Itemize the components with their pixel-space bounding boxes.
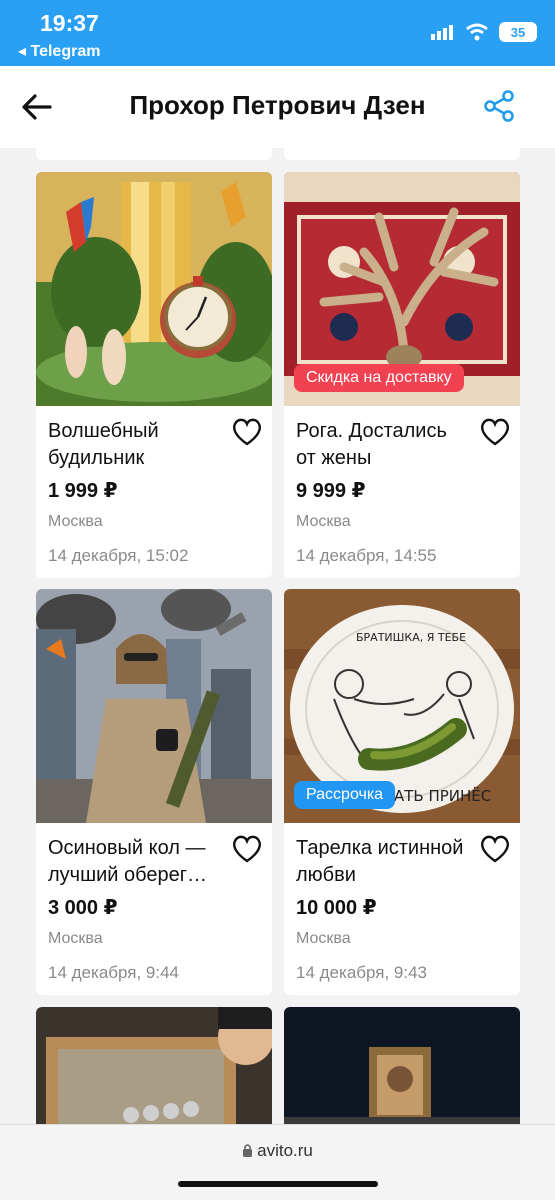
listings-grid[interactable]: Волшебный будильник 1 999 ₽ Москва 14 де… <box>0 148 555 1124</box>
listing-city: Москва <box>48 930 103 947</box>
listing-date: 14 декабря, 9:43 <box>296 963 428 982</box>
listing-city: Москва <box>296 930 351 947</box>
listing-card[interactable]: Осиновый кол — лучший оберег… 3 000 ₽ Мо… <box>36 589 272 995</box>
listing-card[interactable] <box>284 1007 520 1124</box>
wifi-icon <box>466 23 488 41</box>
listing-price: 9 999 ₽ <box>296 480 366 502</box>
share-icon[interactable] <box>483 90 515 122</box>
installment-badge: Рассрочка <box>294 781 396 809</box>
listing-title[interactable]: Рога. Достались от жены <box>296 418 472 472</box>
listing-photo[interactable]: Скидка на доставку <box>284 172 520 406</box>
delivery-discount-badge: Скидка на доставку <box>294 364 464 392</box>
listing-title[interactable]: Осиновый кол — лучший оберег… <box>48 835 224 889</box>
cellular-signal-icon <box>431 25 453 40</box>
listing-card[interactable] <box>36 1007 272 1124</box>
listing-city: Москва <box>296 513 351 530</box>
listing-card[interactable]: Волшебный будильник 1 999 ₽ Москва 14 де… <box>36 172 272 578</box>
plate-bottom-text: АТЬ ПРИНЁС <box>394 786 491 805</box>
favorite-heart-icon[interactable] <box>232 418 262 446</box>
listing-date: 14 декабря, 15:02 <box>48 546 189 565</box>
battery-icon: 35 <box>499 22 537 42</box>
listing-title[interactable]: Волшебный будильник <box>48 418 224 472</box>
listing-photo[interactable] <box>36 172 272 406</box>
listing-photo[interactable] <box>36 589 272 823</box>
battery-level: 35 <box>510 24 526 40</box>
home-indicator <box>178 1181 378 1187</box>
favorite-heart-icon[interactable] <box>232 835 262 863</box>
status-icons: 35 <box>431 22 537 42</box>
listing-photo[interactable] <box>284 1007 520 1124</box>
lock-icon <box>243 1144 253 1157</box>
previous-card-stub[interactable] <box>284 148 520 160</box>
listing-date: 14 декабря, 14:55 <box>296 546 437 565</box>
listing-photo[interactable] <box>36 1007 272 1124</box>
magic-alarm-clock-image <box>36 172 272 406</box>
listing-price: 3 000 ₽ <box>48 897 118 919</box>
listing-card[interactable]: Скидка на доставку Рога. Достались от же… <box>284 172 520 578</box>
listing-title[interactable]: Тарелка истинной любви <box>296 835 472 889</box>
plate-top-text: БРАТИШКА, Я ТЕБЕ <box>356 631 466 644</box>
framed-coins-image <box>36 1007 272 1124</box>
status-time: 19:37 <box>40 10 99 36</box>
listing-card[interactable]: БРАТИШКА, Я ТЕБЕ АТЬ ПРИНЁС Рассрочка Та… <box>284 589 520 995</box>
browser-bottom-bar: avito.ru <box>0 1124 555 1200</box>
previous-card-stub[interactable] <box>36 148 272 160</box>
app-header: Прохор Петрович Дзен <box>0 66 555 148</box>
listing-photo[interactable]: БРАТИШКА, Я ТЕБЕ АТЬ ПРИНЁС Рассрочка <box>284 589 520 823</box>
back-to-app-link[interactable]: ◂ Telegram <box>18 41 100 61</box>
listing-date: 14 декабря, 9:44 <box>48 963 180 982</box>
aspen-stake-image <box>36 589 272 823</box>
url-text: avito.ru <box>257 1141 313 1160</box>
page-title: Прохор Петрович Дзен <box>129 90 426 120</box>
framed-portrait-image <box>284 1007 520 1124</box>
favorite-heart-icon[interactable] <box>480 418 510 446</box>
listing-price: 1 999 ₽ <box>48 480 118 502</box>
listing-price: 10 000 ₽ <box>296 897 377 919</box>
favorite-heart-icon[interactable] <box>480 835 510 863</box>
back-app-label: Telegram <box>30 43 101 60</box>
status-bar: 19:37 ◂ Telegram 35 <box>0 0 555 66</box>
address-bar[interactable]: avito.ru <box>0 1141 555 1161</box>
listing-city: Москва <box>48 513 103 530</box>
